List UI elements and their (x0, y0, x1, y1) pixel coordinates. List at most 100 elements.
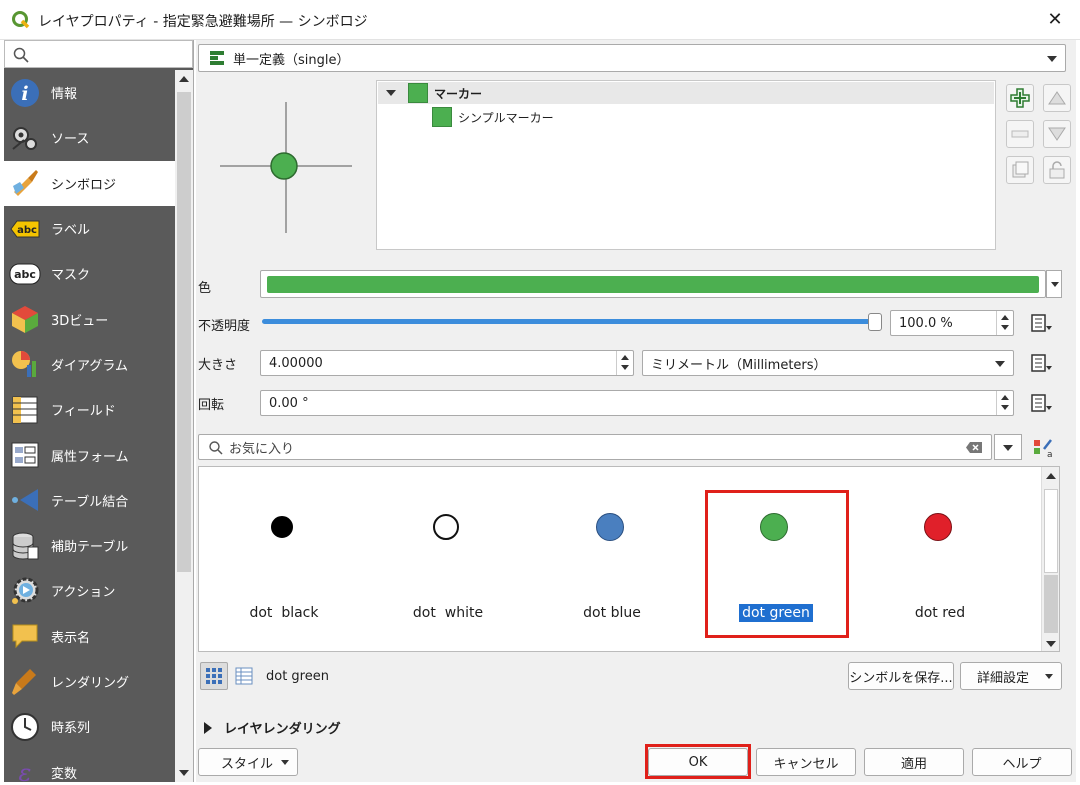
size-unit-select[interactable]: ミリメートル（Millimeters） (642, 350, 1014, 376)
symbol-preview-dot (433, 514, 459, 540)
button-label: 適用 (900, 756, 927, 772)
data-defined-override-icon (1031, 314, 1052, 332)
sidebar-item-label: 情報 (51, 87, 78, 103)
tree-item-label: マーカー (434, 86, 483, 101)
color-menu-button[interactable] (1046, 270, 1062, 298)
scroll-up-icon[interactable] (1046, 473, 1056, 479)
rotation-spinbox[interactable]: 0.00 ° (260, 390, 1014, 416)
close-icon: ✕ (1047, 9, 1063, 30)
scrollbar-track[interactable] (1044, 489, 1058, 573)
spin-arrows-icon[interactable] (996, 391, 1013, 415)
cancel-button[interactable]: キャンセル (756, 748, 856, 776)
search-icon (13, 47, 29, 63)
sidebar-item-label: 表示名 (51, 630, 91, 646)
sidebar-item-display[interactable]: 表示名 (4, 614, 175, 659)
spin-arrows-icon[interactable] (996, 311, 1013, 335)
save-symbol-button[interactable]: シンボルを保存... (848, 662, 954, 690)
favorites-group-dropdown[interactable] (994, 434, 1022, 460)
favorites-search-input[interactable]: お気に入り (198, 434, 992, 460)
opacity-spinbox[interactable]: 100.0 % (890, 310, 1014, 336)
close-button[interactable]: ✕ (1040, 6, 1070, 34)
source-icon (9, 122, 41, 154)
style-manager-button[interactable]: a (1030, 436, 1056, 460)
sidebar-item-info[interactable]: i 情報 (4, 70, 175, 115)
clear-icon[interactable] (965, 441, 983, 454)
sidebar-item-3d-view[interactable]: 3Dビュー (4, 296, 175, 341)
tree-item-label: シンプルマーカー (458, 110, 554, 125)
sidebar-item-label: 変数 (51, 766, 78, 782)
sidebar-item-actions[interactable]: アクション (4, 568, 175, 613)
sidebar-item-symbology[interactable]: シンボロジ (4, 160, 175, 206)
sidebar-item-variables[interactable]: ε 変数 (4, 749, 175, 782)
spin-arrows-icon[interactable] (616, 351, 633, 375)
expand-icon[interactable] (386, 90, 396, 96)
sidebar-scrollbar[interactable] (175, 70, 193, 782)
symbol-preview (220, 102, 352, 233)
tree-item-marker[interactable]: マーカー (378, 82, 994, 104)
labels-icon: abc (9, 213, 41, 245)
size-value: 4.00000 (269, 355, 323, 371)
color-picker-button[interactable] (260, 270, 1046, 298)
icon-view-button[interactable] (200, 662, 228, 690)
style-menu-button[interactable]: スタイル (198, 748, 298, 776)
remove-symbol-layer-button[interactable] (1006, 120, 1034, 148)
advanced-button[interactable]: 詳細設定 (960, 662, 1062, 690)
grid-view-icon (206, 668, 222, 684)
favorite-symbols-gallery: dot black dot white dot blue dot green d… (198, 466, 1060, 652)
sidebar-search-input[interactable] (4, 40, 193, 68)
opacity-data-defined-button[interactable] (1026, 311, 1056, 335)
size-spinbox[interactable]: 4.00000 (260, 350, 634, 376)
scroll-down-icon[interactable] (1046, 641, 1056, 647)
sidebar-item-joins[interactable]: テーブル結合 (4, 478, 175, 523)
style-manager-icon: a (1034, 439, 1053, 459)
button-label: 詳細設定 (977, 670, 1030, 686)
data-defined-override-icon (1031, 394, 1052, 412)
duplicate-symbol-layer-button[interactable] (1006, 156, 1034, 184)
sidebar-item-label: ラベル (51, 223, 91, 239)
scroll-up-icon[interactable] (179, 76, 189, 82)
layer-rendering-section[interactable]: レイヤレンダリング (204, 718, 341, 737)
symbol-dot-white[interactable]: dot white (373, 467, 523, 653)
scrollbar-thumb[interactable] (177, 92, 191, 572)
help-button[interactable]: ヘルプ (972, 748, 1072, 776)
symbol-name: dot red (914, 605, 966, 621)
tree-item-simple-marker[interactable]: シンプルマーカー (432, 106, 554, 128)
chevron-down-icon (281, 760, 289, 765)
apply-button[interactable]: 適用 (864, 748, 964, 776)
section-label: レイヤレンダリング (224, 722, 341, 737)
3d-view-icon (9, 303, 41, 335)
sidebar-item-auxiliary-storage[interactable]: 補助テーブル (4, 523, 175, 568)
sidebar-item-source[interactable]: ソース (4, 115, 175, 160)
list-view-button[interactable] (230, 662, 258, 690)
gallery-scrollbar[interactable] (1041, 467, 1059, 651)
scrollbar-thumb[interactable] (1044, 575, 1058, 633)
slider-handle[interactable] (868, 313, 882, 331)
sidebar-item-diagrams[interactable]: ダイアグラム (4, 342, 175, 387)
move-up-button[interactable] (1043, 84, 1071, 112)
symbol-dot-red[interactable]: dot red (865, 467, 1015, 653)
sidebar-item-labels[interactable]: abc ラベル (4, 206, 175, 251)
symbol-dot-black[interactable]: dot black (209, 467, 359, 653)
renderer-type-select[interactable]: 単一定義（single） (198, 44, 1066, 72)
scroll-down-icon[interactable] (179, 770, 189, 776)
symbol-dot-blue[interactable]: dot blue (537, 467, 687, 653)
symbol-layer-tree: マーカー シンプルマーカー (376, 80, 996, 250)
sidebar-item-label: 属性フォーム (51, 449, 129, 465)
sidebar-item-rendering[interactable]: レンダリング (4, 659, 175, 704)
sidebar-item-mask[interactable]: abc マスク (4, 251, 175, 296)
svg-text:abc: abc (14, 268, 36, 281)
sidebar-item-attribute-form[interactable]: 属性フォーム (4, 432, 175, 477)
arrow-down-icon (1048, 127, 1066, 141)
sidebar-item-temporal[interactable]: 時系列 (4, 704, 175, 749)
size-data-defined-button[interactable] (1026, 351, 1056, 375)
sidebar-item-label: ソース (51, 132, 90, 148)
symbol-preview-dot (924, 513, 952, 541)
move-down-button[interactable] (1043, 120, 1071, 148)
sidebar-item-fields[interactable]: フィールド (4, 387, 175, 432)
rotation-data-defined-button[interactable] (1026, 391, 1056, 415)
add-symbol-layer-button[interactable] (1006, 84, 1034, 112)
svg-text:a: a (1047, 450, 1053, 459)
opacity-slider[interactable] (262, 313, 882, 331)
attribute-form-icon (9, 439, 41, 471)
lock-color-button[interactable] (1043, 156, 1071, 184)
